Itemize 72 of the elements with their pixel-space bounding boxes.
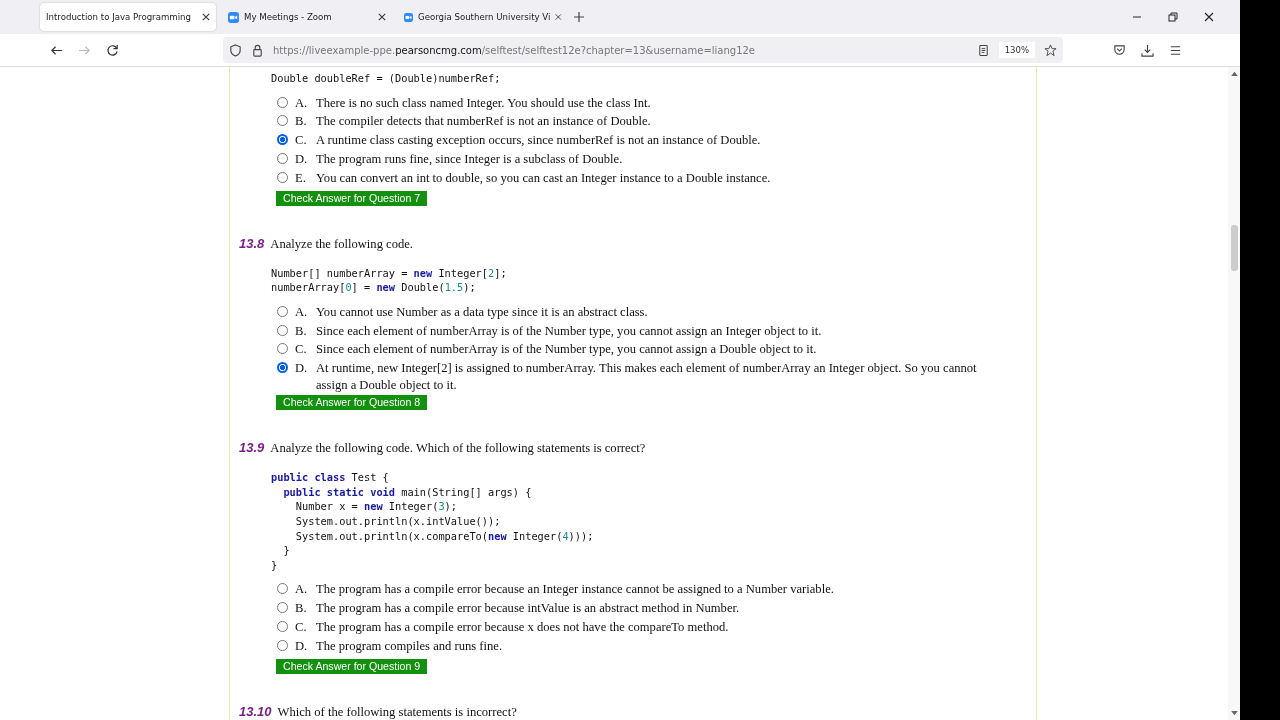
option-letter: D.	[295, 637, 309, 655]
radio-button[interactable]	[277, 362, 288, 374]
option-text: A runtime class casting exception occurs, since numberRef is not an instance of Double.	[316, 132, 762, 149]
question-prompt: Analyze the following code. Which of the following statements is correct?	[270, 441, 646, 457]
option-text: The compiler detects that numberRef is not an instance of Double.	[316, 113, 652, 130]
option-letter: C.	[295, 132, 308, 149]
zoom-level[interactable]: 130%	[998, 42, 1035, 58]
reader-view-icon[interactable]	[976, 43, 990, 57]
code-line: public static void main(String[] args) {	[282, 484, 533, 500]
option-text: The program has a compile error because an Integer instance cannot be assigned to a Number variable.	[316, 581, 835, 598]
star-icon[interactable]	[1044, 43, 1057, 57]
close-icon[interactable]	[202, 13, 210, 21]
menu-icon[interactable]	[1169, 43, 1182, 57]
lock-icon[interactable]	[251, 43, 264, 57]
browser-tab[interactable]: Introduction to Java Programming	[40, 3, 216, 31]
question-number: 13.8	[239, 235, 265, 251]
scrollbar[interactable]	[1228, 67, 1240, 720]
radio-button[interactable]	[277, 134, 288, 146]
address-bar[interactable]: https://liveexample-ppe.pearsoncmg.com/selftest/selftest12e?chapter=13&username=liang12e 130%	[223, 37, 1063, 63]
camera-icon	[404, 11, 413, 23]
option-letter: B.	[295, 600, 308, 617]
question-prompt: Analyze the following code.	[270, 236, 413, 252]
option-letter: A.	[295, 94, 309, 112]
option-letter: A.	[295, 303, 309, 321]
code-line: public class Test {	[271, 470, 390, 485]
option-text: There is no such class named Integer. You should use the class Int.	[316, 94, 652, 112]
download-icon[interactable]	[1141, 43, 1154, 57]
scroll-up-icon[interactable]	[1230, 71, 1238, 76]
scroll-down-icon[interactable]	[1230, 711, 1238, 716]
question-number: 13.10	[239, 703, 272, 719]
option-text: The program compiles and runs fine.	[316, 637, 504, 655]
close-icon[interactable]	[378, 13, 386, 21]
option-letter: C.	[295, 618, 308, 636]
shield-icon[interactable]	[229, 43, 242, 57]
code-line: numberArray[0] = new Double(1.5);	[271, 280, 477, 295]
code-line: System.out.println(x.intValue());	[294, 513, 502, 529]
option-letter: D.	[295, 151, 309, 168]
question-prompt: Which of the following statements is incorrect?	[277, 704, 517, 720]
restore-icon[interactable]	[1168, 12, 1178, 22]
option-letter: B.	[295, 322, 308, 340]
option-letter: B.	[295, 113, 308, 130]
option-letter: C.	[295, 341, 308, 358]
option-text: The program has a compile error because intValue is an abstract method in Number.	[316, 600, 741, 617]
code-line: }	[282, 543, 291, 558]
new-tab-icon[interactable]	[574, 12, 584, 22]
code-line: Number x = new Integer(3);	[294, 499, 458, 514]
option-text: You can convert an int to double, so you can cast an Integer instance to a Double instance.	[316, 169, 772, 187]
camera-icon	[228, 11, 239, 23]
pocket-icon[interactable]	[1113, 43, 1126, 57]
reload-icon[interactable]	[106, 43, 119, 57]
option-text: Since each element of numberArray is of the Number type, you cannot assign an Integer object to it.	[316, 322, 823, 340]
url-text: https://liveexample-ppe.pearsoncmg.com/selftest/selftest12e?chapter=13&username=liang12e	[273, 44, 755, 56]
option-text: At runtime, new Integer[2] is assigned to numberArray. This makes each element of numberArray an Integer object. So you cannot assign a Double object to it.	[316, 360, 978, 394]
question-number: 13.9	[239, 440, 265, 456]
browser-tab[interactable]: My Meetings - Zoom	[222, 3, 392, 31]
option-letter: E.	[295, 169, 307, 187]
code-line: Number[] numberArray = new Integer[2];	[271, 265, 508, 281]
check-answer-button[interactable]: Check Answer for Question 7	[276, 190, 428, 206]
option-letter: D.	[295, 360, 309, 377]
check-answer-button[interactable]: Check Answer for Question 8	[276, 395, 428, 411]
code-line: Double doubleRef = (Double)numberRef;	[271, 71, 502, 86]
check-answer-button[interactable]: Check Answer for Question 9	[276, 658, 428, 674]
close-icon[interactable]	[1204, 12, 1214, 22]
option-letter: A.	[295, 581, 309, 598]
option-text: Since each element of numberArray is of the Number type, you cannot assign a Double object to it.	[316, 341, 818, 358]
browser-tab[interactable]: Georgia Southern University Vi	[398, 3, 568, 31]
scroll-thumb[interactable]	[1230, 225, 1238, 271]
code-line: }	[271, 557, 279, 573]
option-text: You cannot use Number as a data type since it is an abstract class.	[316, 303, 649, 321]
option-text: The program runs fine, since Integer is a subclass of Double.	[316, 151, 624, 168]
option-text: The program has a compile error because x does not have the compareTo method.	[316, 618, 730, 636]
code-line: System.out.println(x.compareTo(new Integer(4)));	[294, 528, 595, 544]
